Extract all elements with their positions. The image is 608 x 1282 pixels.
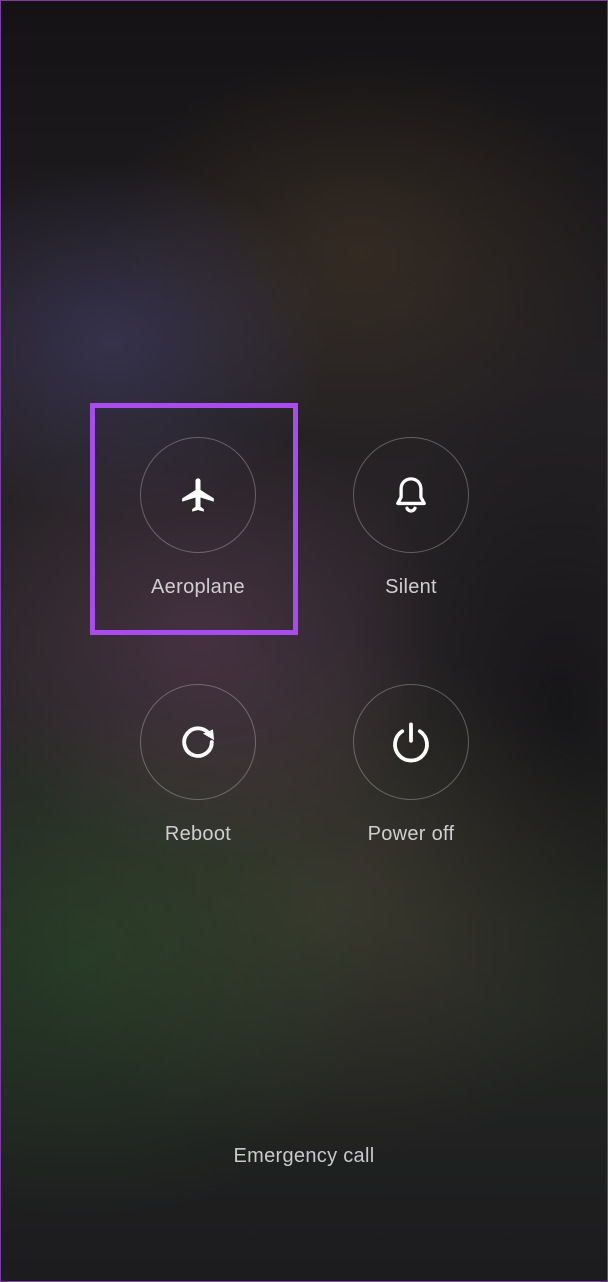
power-menu-screen: Aeroplane Silent Reboot Power off Emerge… [0, 0, 608, 1282]
power-off-label: Power off [367, 823, 455, 845]
power-off-action[interactable]: Power off [304, 684, 518, 846]
reboot-button[interactable] [140, 684, 256, 800]
aeroplane-highlight-frame [90, 403, 298, 635]
emergency-call-button[interactable]: Emergency call [1, 1145, 607, 1168]
silent-action[interactable]: Silent [304, 437, 518, 599]
power-icon [387, 718, 435, 766]
reboot-icon [175, 719, 221, 765]
power-off-button[interactable] [353, 684, 469, 800]
reboot-action[interactable]: Reboot [91, 684, 305, 846]
bell-icon [389, 473, 433, 517]
reboot-label: Reboot [164, 823, 232, 845]
silent-button[interactable] [353, 437, 469, 553]
silent-label: Silent [385, 576, 437, 598]
